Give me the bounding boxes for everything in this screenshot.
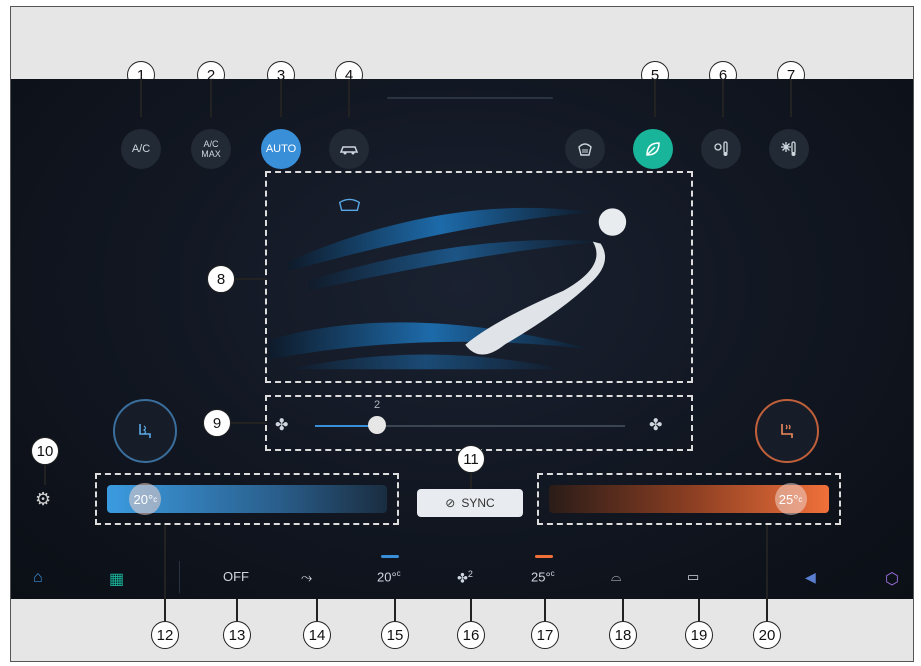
right-temp-knob[interactable]: 25° c xyxy=(774,483,807,515)
callout-15: 15 xyxy=(381,621,409,649)
ac-label: A/C xyxy=(131,143,151,155)
hexagon-icon[interactable]: ⬡ xyxy=(885,569,899,589)
defrost-front-button[interactable] xyxy=(565,129,605,169)
leaf-icon xyxy=(646,142,660,156)
fan-speed-control: ✤ 2 ✤ xyxy=(265,395,693,451)
airflow-illustration xyxy=(269,198,627,370)
callout-19: 19 xyxy=(685,621,713,649)
bottom-bar: ⌂ ▦ OFF ⤳ 20°c ✤2 25°c ⌓ ▭ ◀ ⬡ xyxy=(11,555,913,599)
drag-handle[interactable] xyxy=(387,97,553,99)
heat-temp-button[interactable] xyxy=(701,129,741,169)
left-temp-unit: c xyxy=(153,494,158,504)
seat-heat-icon xyxy=(781,424,793,438)
bottom-divider xyxy=(179,561,180,593)
volume-icon[interactable]: ◀ xyxy=(805,569,816,586)
callout-16: 16 xyxy=(457,621,485,649)
fan-high-icon: ✤ xyxy=(649,417,663,434)
fan-speed-value: 2 xyxy=(374,399,381,411)
callout-11: 11 xyxy=(457,445,485,473)
ac-max-label-line1: A/C xyxy=(203,139,219,149)
car-icon xyxy=(339,146,359,155)
right-temp-slider[interactable]: 25° c xyxy=(549,483,829,515)
auto-button[interactable]: AUTO xyxy=(261,129,301,169)
defrost-indicator-icon xyxy=(338,198,361,211)
sync-label: SYNC xyxy=(461,496,495,510)
bottom-right-temp-unit: c xyxy=(550,569,555,578)
left-temp-value: 20° xyxy=(133,491,154,507)
defrost-front-bottom-icon[interactable]: ⌓ xyxy=(611,569,621,585)
airflow-visual[interactable] xyxy=(265,171,693,383)
callout-9: 9 xyxy=(203,409,231,437)
callout-12: 12 xyxy=(151,621,179,649)
seat-ventilation-icon xyxy=(139,424,151,438)
right-temp-indicator xyxy=(535,555,553,558)
cool-temp-button[interactable] xyxy=(769,129,809,169)
right-temp-control: 25° c xyxy=(537,473,841,525)
callout-14: 14 xyxy=(303,621,331,649)
sync-button[interactable]: ⊘ SYNC xyxy=(417,489,523,517)
seat-ventilation-button[interactable] xyxy=(113,399,177,463)
left-temp-slider[interactable]: 20° c xyxy=(107,483,387,515)
fan-icon: ✤ xyxy=(457,570,468,586)
ac-button[interactable]: A/C xyxy=(121,129,161,169)
fan-speed-slider[interactable]: 2 xyxy=(315,399,625,434)
ac-max-button[interactable]: A/C MAX xyxy=(191,129,231,169)
bottom-fan-speed-value: 2 xyxy=(467,569,473,579)
bottom-left-temp-unit: c xyxy=(396,569,401,578)
air-flow-icon[interactable]: ⤳ xyxy=(301,569,312,586)
callout-13: 13 xyxy=(223,621,251,649)
bottom-left-temp[interactable]: 20°c xyxy=(377,569,401,584)
eco-button[interactable] xyxy=(633,129,673,169)
defrost-front-icon xyxy=(578,143,592,156)
bottom-right-temp-value: 25° xyxy=(531,569,551,585)
callout-10: 10 xyxy=(31,437,59,465)
callout-8: 8 xyxy=(207,265,235,293)
fan-speed-knob[interactable] xyxy=(368,416,386,434)
fan-low-icon: ✤ xyxy=(275,417,289,434)
bottom-fan-speed[interactable]: ✤2 xyxy=(457,569,473,586)
callout-17: 17 xyxy=(531,621,559,649)
defrost-rear-icon[interactable]: ▭ xyxy=(687,569,699,585)
recirculation-button[interactable] xyxy=(329,129,369,169)
sync-icon: ⊘ xyxy=(445,496,456,510)
sun-temp-icon xyxy=(714,141,728,156)
climate-screen: A/C A/C MAX AUTO 8 ✤ 2 ✤ 9 10 ⚙ 20° c 11… xyxy=(11,79,913,599)
right-temp-value: 25° xyxy=(778,491,799,507)
snow-temp-icon xyxy=(781,141,796,156)
bottom-right-temp[interactable]: 25°c xyxy=(531,569,555,584)
manual-figure: 1 2 3 4 5 6 7 A/C A/C MAX AUTO 8 ✤ 2 ✤ 9… xyxy=(10,6,914,662)
gear-icon[interactable]: ⚙ xyxy=(35,489,51,510)
left-temp-knob[interactable]: 20° c xyxy=(129,483,162,515)
seat-heat-button[interactable] xyxy=(755,399,819,463)
callout-18: 18 xyxy=(609,621,637,649)
bottom-left-temp-value: 20° xyxy=(377,569,397,585)
auto-label: AUTO xyxy=(265,143,297,155)
home-icon[interactable]: ⌂ xyxy=(33,569,43,587)
climate-off-button[interactable]: OFF xyxy=(223,569,249,584)
callout-20: 20 xyxy=(753,621,781,649)
apps-icon[interactable]: ▦ xyxy=(109,569,124,589)
left-temp-indicator xyxy=(381,555,399,558)
left-temp-control: 20° c xyxy=(95,473,399,525)
ac-max-label-line2: MAX xyxy=(201,149,221,159)
right-temp-unit: c xyxy=(798,494,803,504)
